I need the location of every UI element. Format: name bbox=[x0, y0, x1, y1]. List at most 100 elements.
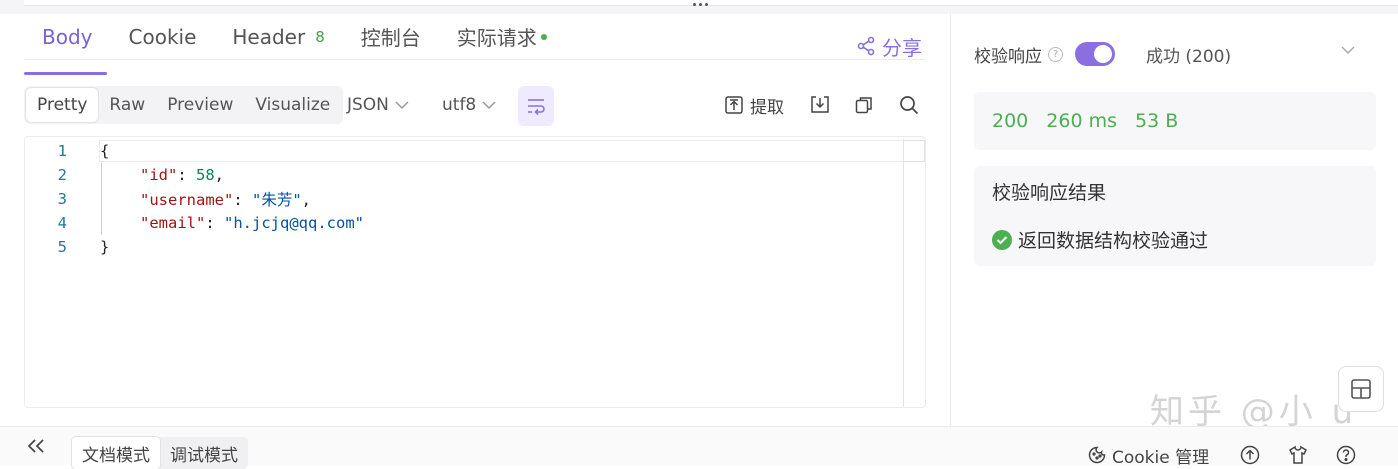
tab-actual-request[interactable]: 实际请求 bbox=[439, 14, 565, 60]
code-text: { bbox=[100, 142, 110, 160]
tab-header[interactable]: Header 8 bbox=[214, 14, 342, 60]
tab-label: Body bbox=[42, 24, 93, 49]
response-stats: 200 260 ms 53 B bbox=[974, 92, 1376, 150]
tab-cookie[interactable]: Cookie bbox=[111, 14, 215, 60]
copy-icon bbox=[854, 95, 874, 115]
view-mode-segmented: Pretty Raw Preview Visualize bbox=[24, 86, 344, 124]
chevron-down-icon bbox=[395, 100, 409, 110]
response-size: 53 B bbox=[1134, 110, 1179, 132]
line-number: 5 bbox=[57, 238, 67, 256]
help-circle-icon bbox=[1336, 445, 1356, 465]
theme-button[interactable] bbox=[1288, 442, 1308, 468]
json-comma: , bbox=[301, 191, 312, 209]
cookie-manage-label: Cookie 管理 bbox=[1112, 447, 1210, 468]
layout-toggle-button[interactable] bbox=[1338, 366, 1384, 412]
code-text: "id": 58, bbox=[140, 166, 225, 184]
share-button[interactable]: 分享 bbox=[856, 32, 922, 60]
code-line: 5 } bbox=[25, 235, 110, 259]
collapse-sidebar-button[interactable] bbox=[26, 437, 46, 455]
result-message-row: 返回数据结构校验通过 bbox=[992, 226, 1208, 253]
extract-button[interactable]: 提取 bbox=[724, 86, 784, 124]
response-tabs: Body Cookie Header 8 控制台 实际请求 bbox=[24, 14, 926, 60]
view-preview[interactable]: Preview bbox=[156, 88, 244, 122]
line-number: 4 bbox=[57, 214, 67, 232]
json-value: "h.jcjq@qq.com" bbox=[224, 214, 364, 232]
extract-label: 提取 bbox=[750, 97, 784, 118]
help-icon[interactable]: ? bbox=[1048, 46, 1063, 62]
wrap-lines-icon bbox=[526, 97, 546, 115]
code-line: 1 { bbox=[25, 139, 110, 163]
current-line-highlight bbox=[99, 140, 925, 162]
arrow-up-circle-icon bbox=[1240, 445, 1260, 465]
tab-label: 实际请求 bbox=[456, 26, 537, 50]
double-chevron-left-icon bbox=[26, 437, 46, 455]
line-number: 3 bbox=[57, 190, 67, 208]
tab-label: 控制台 bbox=[360, 26, 421, 50]
download-icon bbox=[810, 95, 830, 115]
layout-icon bbox=[1350, 378, 1372, 400]
code-line: 2 "id": 58, bbox=[25, 163, 224, 187]
upload-button[interactable] bbox=[1240, 442, 1260, 468]
tab-label: Cookie bbox=[128, 24, 197, 49]
result-message: 返回数据结构校验通过 bbox=[1018, 230, 1209, 252]
download-button[interactable] bbox=[810, 86, 830, 124]
format-select-value: JSON bbox=[347, 95, 389, 115]
debug-mode-tab[interactable]: 调试模式 bbox=[160, 437, 248, 469]
code-text: } bbox=[100, 238, 110, 256]
validation-result-card: 校验响应结果 返回数据结构校验通过 bbox=[974, 166, 1376, 266]
shirt-icon bbox=[1288, 445, 1308, 465]
doc-mode-tab[interactable]: 文档模式 bbox=[72, 437, 160, 469]
validate-toggle[interactable] bbox=[1075, 42, 1115, 66]
code-text: "email": "h.jcjq@qq.com" bbox=[140, 214, 364, 232]
share-icon bbox=[856, 36, 876, 56]
json-key: "id" bbox=[140, 166, 178, 184]
extract-icon bbox=[724, 95, 744, 115]
minimap-divider bbox=[903, 139, 904, 407]
share-label: 分享 bbox=[882, 35, 922, 60]
indent-guide bbox=[101, 163, 102, 235]
search-icon bbox=[899, 95, 919, 115]
cookie-icon bbox=[1088, 446, 1106, 464]
view-pretty[interactable]: Pretty bbox=[26, 88, 99, 122]
code-line: 3 "username": "朱芳", bbox=[25, 187, 311, 211]
copy-button[interactable] bbox=[854, 86, 874, 124]
cookie-manage-button[interactable]: Cookie 管理 bbox=[1088, 442, 1209, 468]
encoding-select[interactable]: utf8 bbox=[442, 86, 496, 124]
code-text: "username": "朱芳", bbox=[140, 191, 312, 209]
tab-label: Header bbox=[232, 24, 306, 49]
word-wrap-button[interactable] bbox=[518, 86, 554, 126]
json-key: "username" bbox=[140, 191, 234, 209]
result-title: 校验响应结果 bbox=[992, 182, 1107, 204]
check-circle-icon bbox=[992, 229, 1012, 250]
validate-response-row: 校验响应 ? bbox=[974, 38, 1115, 70]
chevron-down-icon[interactable] bbox=[1340, 44, 1356, 56]
response-time: 260 ms bbox=[1046, 110, 1117, 132]
validate-label: 校验响应 bbox=[974, 46, 1042, 67]
status-select-value: 成功 (200) bbox=[1146, 46, 1232, 67]
json-comma: , bbox=[214, 166, 225, 184]
response-body-editor[interactable]: 1 { 2 "id": 58, 3 "username": "朱芳", 4 "e… bbox=[24, 136, 926, 408]
top-panel-edge bbox=[24, 0, 1398, 6]
encoding-select-value: utf8 bbox=[442, 95, 477, 115]
top-strip bbox=[0, 0, 1398, 14]
body-toolbar: Pretty Raw Preview Visualize JSON utf8 提… bbox=[24, 86, 926, 126]
tab-console[interactable]: 控制台 bbox=[343, 14, 439, 60]
tab-body[interactable]: Body bbox=[24, 14, 111, 60]
minimap-viewport[interactable] bbox=[903, 140, 925, 162]
code-line: 4 "email": "h.jcjq@qq.com" bbox=[25, 211, 364, 235]
json-key: "email" bbox=[140, 214, 206, 232]
line-number: 2 bbox=[57, 166, 67, 184]
line-number: 1 bbox=[57, 142, 67, 160]
chevron-down-icon bbox=[482, 100, 496, 110]
active-tab-indicator bbox=[24, 72, 107, 75]
view-raw[interactable]: Raw bbox=[98, 88, 156, 122]
status-dot bbox=[540, 33, 547, 40]
search-button[interactable] bbox=[899, 86, 919, 124]
view-visualize[interactable]: Visualize bbox=[244, 88, 341, 122]
format-select[interactable]: JSON bbox=[347, 86, 409, 124]
help-button[interactable] bbox=[1336, 442, 1356, 468]
json-value: 58 bbox=[196, 166, 215, 184]
resize-handle[interactable] bbox=[690, 3, 710, 11]
mode-switch: 文档模式 调试模式 bbox=[72, 437, 248, 469]
validate-status-select[interactable]: 成功 (200) bbox=[1146, 38, 1231, 70]
